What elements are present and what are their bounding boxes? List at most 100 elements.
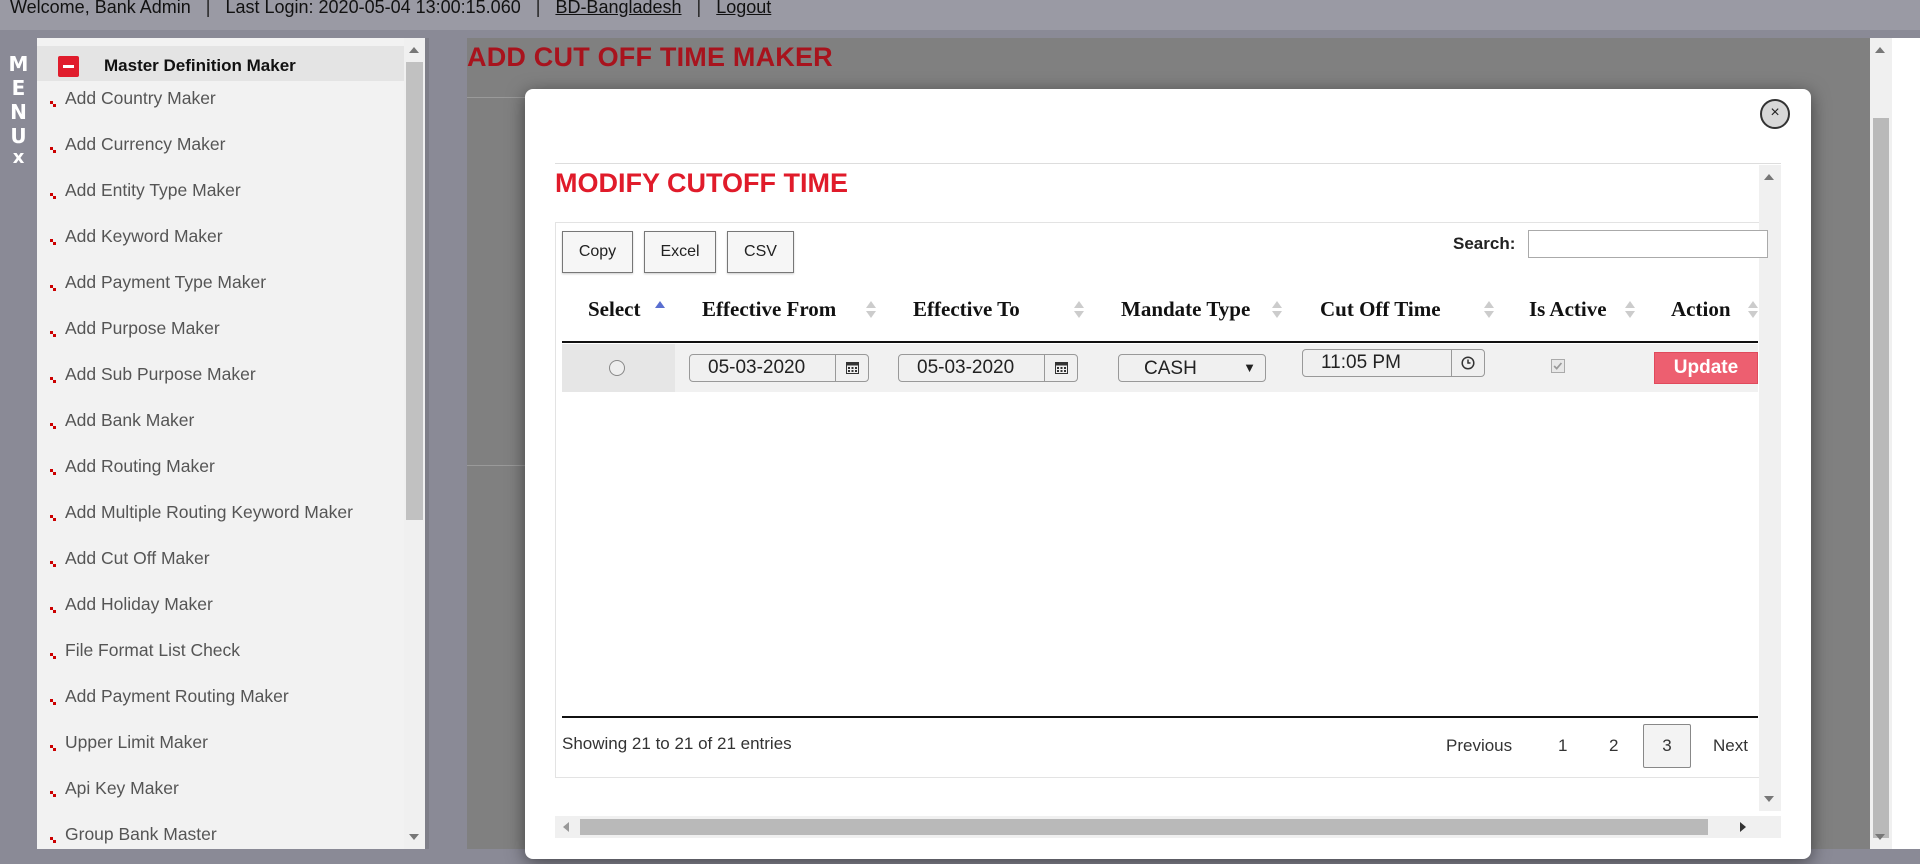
sidebar-item-label: Add Multiple Routing Keyword Maker (65, 502, 353, 522)
bullet-icon (50, 331, 57, 338)
logout-link[interactable]: Logout (716, 0, 771, 17)
sort-icon[interactable] (1748, 299, 1758, 321)
sidebar-item[interactable]: Add Currency Maker (37, 128, 404, 174)
scroll-down-icon[interactable] (1764, 796, 1774, 802)
sidebar-item-label: Add Currency Maker (65, 134, 226, 154)
menu-strip[interactable]: M E N U x (0, 38, 37, 849)
sidebar-item[interactable]: Add Purpose Maker (37, 312, 404, 358)
sidebar-item[interactable]: Add Cut Off Maker (37, 542, 404, 588)
region-link[interactable]: BD-Bangladesh (555, 0, 681, 17)
column-header-cut-off-time[interactable]: Cut Off Time (1320, 297, 1441, 322)
is-active-checkbox[interactable] (1551, 359, 1565, 373)
sidebar-item[interactable]: Add Sub Purpose Maker (37, 358, 404, 404)
sidebar-item[interactable]: Add Payment Type Maker (37, 266, 404, 312)
row-select-radio[interactable] (609, 360, 625, 376)
separator: | (205, 0, 211, 17)
column-header-mandate-type[interactable]: Mandate Type (1121, 297, 1250, 322)
modal-vertical-scrollbar[interactable] (1759, 165, 1781, 811)
scrollbar-thumb[interactable] (406, 62, 423, 520)
bullet-icon (50, 699, 57, 706)
cut-off-time-field[interactable]: 11:05 PM (1302, 349, 1485, 377)
sidebar-item-label: Add Bank Maker (65, 410, 195, 430)
pagination-page[interactable]: 1 (1558, 736, 1567, 756)
scrollbar-thumb[interactable] (580, 819, 1708, 835)
sidebar-item[interactable]: Group Bank Master (37, 818, 404, 864)
sidebar-section-title: Master Definition Maker (104, 56, 296, 75)
scroll-right-icon[interactable] (1740, 822, 1746, 832)
menu-toggle[interactable]: M E N U x (0, 52, 37, 168)
csv-button[interactable]: CSV (727, 231, 794, 273)
sidebar-item[interactable]: Add Holiday Maker (37, 588, 404, 634)
table-header-divider (562, 341, 1758, 343)
sort-icon[interactable] (1625, 299, 1635, 321)
sidebar-section-header[interactable]: Master Definition Maker (37, 46, 404, 81)
sidebar-item[interactable]: Add Multiple Routing Keyword Maker (37, 496, 404, 542)
separator: | (696, 0, 702, 17)
sidebar-item[interactable]: File Format List Check (37, 634, 404, 680)
copy-button[interactable]: Copy (562, 231, 633, 273)
pagination-previous[interactable]: Previous (1446, 736, 1512, 756)
update-button[interactable]: Update (1654, 352, 1758, 384)
bullet-icon (50, 239, 57, 246)
sidebar-item[interactable]: Add Country Maker (37, 82, 404, 128)
calendar-button[interactable] (835, 355, 868, 381)
modal-horizontal-scrollbar[interactable] (555, 816, 1781, 838)
pagination-page[interactable]: 2 (1609, 736, 1618, 756)
page-scrollbar[interactable] (1870, 38, 1892, 849)
sidebar-item-label: Add Holiday Maker (65, 594, 213, 614)
sort-icon[interactable] (1074, 299, 1084, 321)
sidebar-item-label: Add Sub Purpose Maker (65, 364, 256, 384)
pagination-next[interactable]: Next (1713, 736, 1748, 756)
bullet-icon (50, 515, 57, 522)
scrollbar-thumb[interactable] (1873, 118, 1889, 838)
effective-from-field[interactable]: 05-03-2020 (689, 354, 869, 382)
mandate-type-select[interactable]: CASH ▼ (1118, 354, 1266, 382)
column-header-select[interactable]: Select (588, 297, 640, 322)
sidebar-item-label: Add Country Maker (65, 88, 216, 108)
search-input[interactable] (1528, 230, 1768, 258)
sidebar-item[interactable]: Add Bank Maker (37, 404, 404, 450)
cut-off-time-value: 11:05 PM (1321, 352, 1401, 373)
scroll-left-icon[interactable] (563, 822, 569, 832)
sidebar-item[interactable]: Add Payment Routing Maker (37, 680, 404, 726)
sidebar-item[interactable]: Api Key Maker (37, 772, 404, 818)
sort-icon[interactable] (1272, 299, 1282, 321)
menu-letter: U (10, 124, 27, 148)
scroll-up-icon[interactable] (1764, 174, 1774, 180)
sort-ascending-icon[interactable] (655, 299, 665, 321)
bullet-icon (50, 745, 57, 752)
sidebar-item[interactable]: Add Keyword Maker (37, 220, 404, 266)
scroll-up-icon[interactable] (1875, 47, 1885, 53)
sidebar-item[interactable]: Add Routing Maker (37, 450, 404, 496)
sidebar-item[interactable]: Add Entity Type Maker (37, 174, 404, 220)
column-header-is-active[interactable]: Is Active (1529, 297, 1607, 322)
sidebar: Master Definition Maker Add Country Make… (37, 38, 404, 849)
sidebar-item[interactable]: Upper Limit Maker (37, 726, 404, 772)
bullet-icon (50, 469, 57, 476)
column-header-effective-to[interactable]: Effective To (913, 297, 1020, 322)
scroll-down-icon[interactable] (409, 834, 419, 840)
clock-button[interactable] (1451, 350, 1484, 376)
sidebar-scrollbar[interactable] (404, 38, 425, 849)
column-header-effective-from[interactable]: Effective From (702, 297, 836, 322)
calendar-button[interactable] (1044, 355, 1077, 381)
scroll-down-icon[interactable] (1875, 834, 1885, 840)
sort-icon[interactable] (866, 299, 876, 321)
bullet-icon (50, 101, 57, 108)
top-bar: Welcome, Bank Admin | Last Login: 2020-0… (0, 0, 1920, 30)
pagination-current-page[interactable]: 3 (1643, 724, 1691, 768)
calendar-icon (846, 362, 859, 374)
collapse-icon[interactable] (58, 56, 79, 77)
menu-close-icon[interactable]: x (0, 148, 37, 168)
scroll-up-icon[interactable] (409, 47, 419, 53)
calendar-icon (1055, 362, 1068, 374)
bullet-icon (50, 193, 57, 200)
mandate-type-value: CASH (1144, 358, 1197, 379)
effective-to-field[interactable]: 05-03-2020 (898, 354, 1078, 382)
column-header-action[interactable]: Action (1671, 297, 1731, 322)
excel-button[interactable]: Excel (644, 231, 716, 273)
effective-from-value: 05-03-2020 (708, 357, 806, 378)
sidebar-item-label: Api Key Maker (65, 778, 179, 798)
sort-icon[interactable] (1484, 299, 1494, 321)
modal-close-button[interactable]: × (1760, 99, 1790, 129)
